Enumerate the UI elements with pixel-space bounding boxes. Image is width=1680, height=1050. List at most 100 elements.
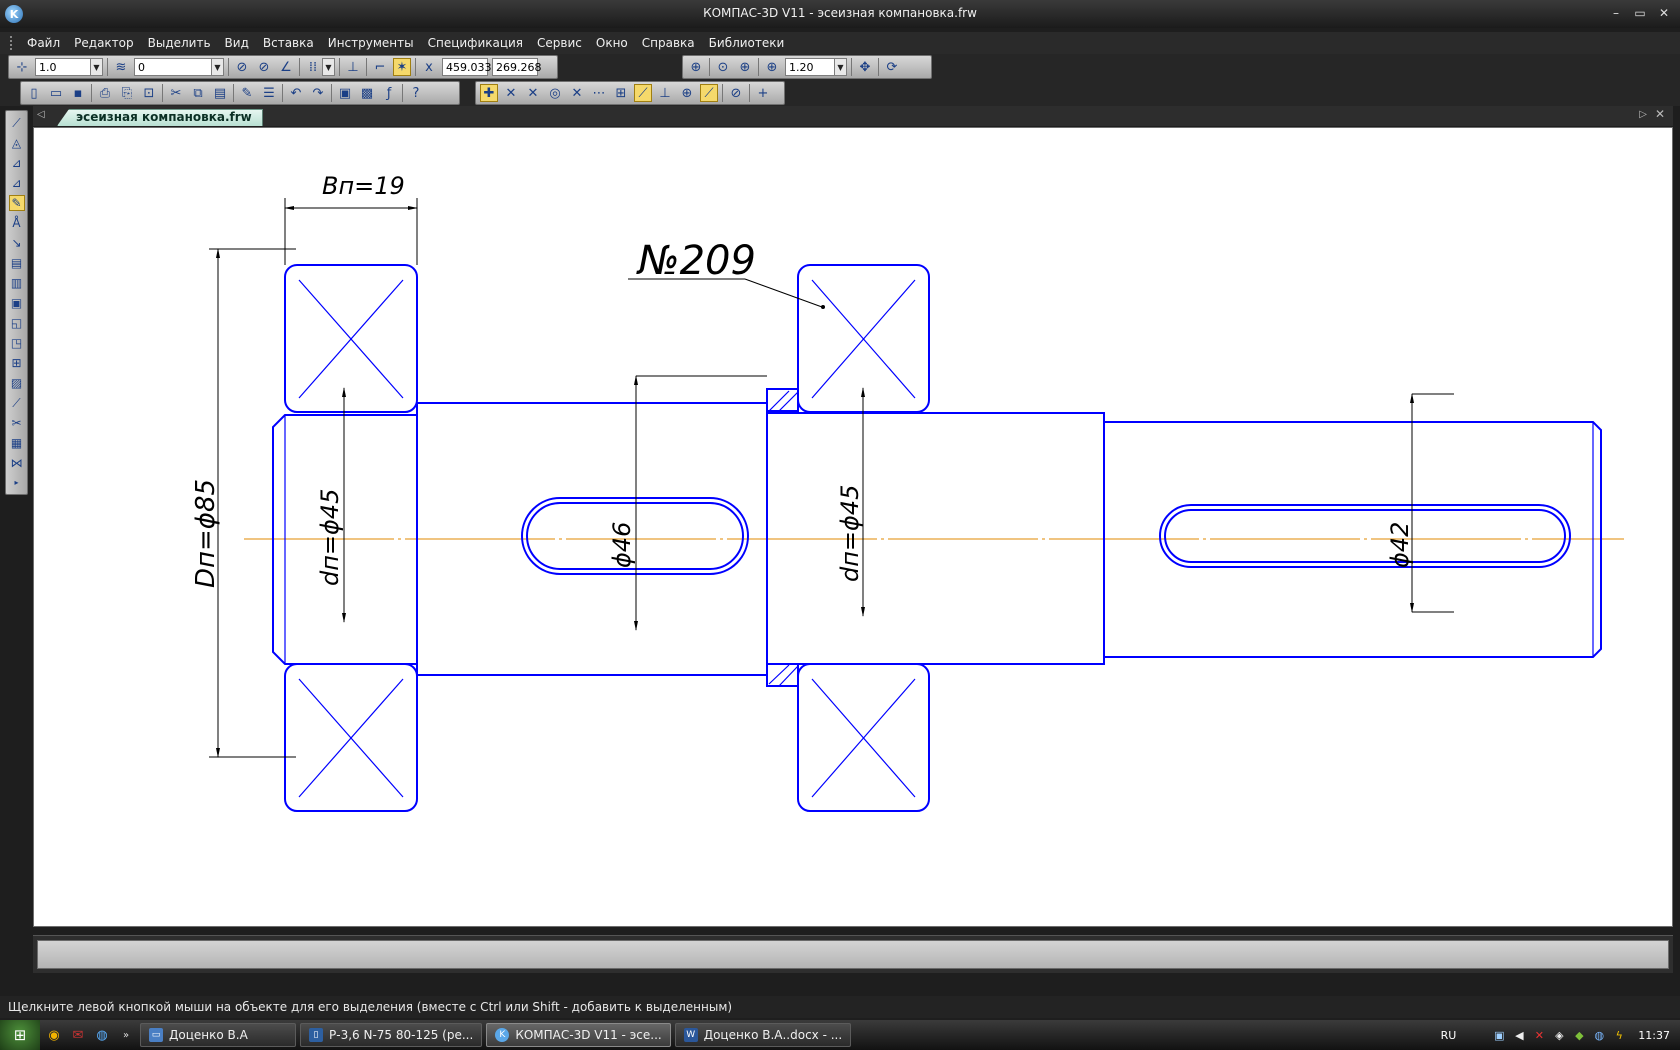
designations-icon[interactable]: ⊿ [9, 155, 25, 171]
grid-dropdown-icon[interactable]: ▼ [322, 58, 335, 76]
snap-grid-icon[interactable]: ⋯ [590, 84, 608, 102]
snap-quadrant-icon[interactable]: ⊞ [612, 84, 630, 102]
save-icon[interactable]: ▪ [69, 84, 87, 102]
redo-icon[interactable]: ↷ [309, 84, 327, 102]
layer-dropdown-icon[interactable]: ▼ [211, 58, 224, 76]
print-icon[interactable]: ⎙ [96, 84, 114, 102]
zoom-dropdown-icon[interactable]: ▼ [834, 58, 847, 76]
snap-settings-icon[interactable]: ⊘ [727, 84, 745, 102]
menu-help[interactable]: Справка [635, 36, 702, 50]
view-icon[interactable]: ◳ [9, 335, 25, 351]
layer-field[interactable]: 0 [134, 58, 212, 76]
drawing-canvas[interactable]: Bп=19 Dп=ϕ85 dп=ϕ45 ϕ46 dп=ϕ45 ϕ42 №209 [33, 127, 1673, 927]
spec-icon[interactable]: ▤ [9, 255, 25, 271]
ortho-mode-icon[interactable]: ⌐ [371, 58, 389, 76]
tray-shield-icon[interactable]: ◈ [1552, 1028, 1566, 1042]
orthogonal-icon[interactable]: ∠ [277, 58, 295, 76]
cut-icon[interactable]: ✂ [167, 84, 185, 102]
quicklaunch-browser-icon[interactable]: ◍ [92, 1025, 112, 1045]
restore-button[interactable]: ▭ [1630, 4, 1650, 22]
snap-more-icon[interactable]: + [754, 84, 772, 102]
fragment-icon[interactable]: ◱ [9, 315, 25, 331]
edit-icon[interactable]: ⊿ [9, 175, 25, 191]
library-icon[interactable]: ▩ [358, 84, 376, 102]
macro-icon[interactable]: ▦ [9, 435, 25, 451]
bearing-inner-dia-left-label[interactable]: dп=ϕ45 [316, 489, 344, 586]
menu-specification[interactable]: Спецификация [421, 36, 530, 50]
zoom-in-icon[interactable]: ⊕ [736, 58, 754, 76]
new-document-icon[interactable]: ▯ [25, 84, 43, 102]
menu-editor[interactable]: Редактор [67, 36, 140, 50]
tab-scroll-left-icon[interactable]: ◁ [37, 109, 45, 120]
step-dropdown-icon[interactable]: ▼ [90, 58, 103, 76]
task-word[interactable]: W Доценко В.А..docx - ... [674, 1023, 852, 1047]
dimensions-icon[interactable]: ◬ [9, 135, 25, 151]
snap-toggle-icon[interactable]: ✶ [393, 58, 411, 76]
menu-grip[interactable] [10, 36, 14, 50]
manager-icon[interactable]: ▣ [336, 84, 354, 102]
left-bearing[interactable] [284, 264, 418, 812]
hatch-icon[interactable]: ▨ [9, 375, 25, 391]
step-field[interactable]: 1.0 [35, 58, 91, 76]
drawing-svg[interactable]: Bп=19 Dп=ϕ85 dп=ϕ45 ϕ46 dп=ϕ45 ϕ42 №209 [34, 128, 1672, 926]
minimize-button[interactable]: – [1606, 4, 1626, 22]
reports-icon[interactable]: ▥ [9, 275, 25, 291]
snap-endpoint-icon[interactable]: ✕ [502, 84, 520, 102]
zoom-scale-icon[interactable]: ⊕ [763, 58, 781, 76]
geometry-icon[interactable]: ⟋ [9, 115, 25, 131]
task-folder[interactable]: ▭ Доценко В.А [140, 1023, 296, 1047]
snap-magnet-icon[interactable]: ⊘ [233, 58, 251, 76]
symmetry-icon[interactable]: ⋈ [9, 455, 25, 471]
pan-icon[interactable]: ✥ [856, 58, 874, 76]
menu-window[interactable]: Окно [589, 36, 635, 50]
menu-file[interactable]: Файл [20, 36, 67, 50]
variables-fx-icon[interactable]: ƒ [380, 84, 398, 102]
insert-icon[interactable]: ▣ [9, 295, 25, 311]
local-snap-icon[interactable]: ⊘ [255, 58, 273, 76]
tab-close-icon[interactable]: ✕ [1655, 107, 1665, 121]
tray-update-icon[interactable]: ◍ [1592, 1028, 1606, 1042]
shaft-dia-middle-label[interactable]: ϕ46 [608, 522, 636, 568]
quicklaunch-more-icon[interactable]: » [116, 1025, 136, 1045]
parametrization-icon[interactable]: ✎ [8, 195, 25, 211]
snap-middle-icon[interactable]: ✕ [524, 84, 542, 102]
menu-insert[interactable]: Вставка [256, 36, 321, 50]
tab-document[interactable]: эсеизная компановка.frw [57, 109, 263, 126]
snap-normal-icon[interactable]: ⊥ [656, 84, 674, 102]
step-cursor-icon[interactable]: ⊹ [13, 58, 31, 76]
coord-x-field[interactable]: 459.033 [442, 58, 492, 76]
task-document[interactable]: ▯ Р-3,6 N-75 80-125 (ре... [300, 1023, 483, 1047]
grid-icon[interactable]: ⁞⁞ [304, 58, 322, 76]
print-preview-icon[interactable]: ⎘ [118, 84, 136, 102]
properties-icon[interactable]: ☰ [260, 84, 278, 102]
close-button[interactable]: ✕ [1654, 4, 1674, 22]
preview-icon[interactable]: ⊡ [140, 84, 158, 102]
tray-power-icon[interactable]: ϟ [1612, 1028, 1626, 1042]
tray-network-icon[interactable]: ▣ [1492, 1028, 1506, 1042]
bearing-inner-dia-right-label[interactable]: dп=ϕ45 [836, 485, 864, 582]
zoom-field[interactable]: 1.20 [785, 58, 835, 76]
axis-line-icon[interactable]: ⟋ [9, 395, 25, 411]
property-panel-body[interactable] [37, 940, 1669, 969]
refresh-icon[interactable]: ⟳ [883, 58, 901, 76]
menu-tools[interactable]: Инструменты [321, 36, 421, 50]
tray-antivirus-icon[interactable]: ✕ [1532, 1028, 1546, 1042]
quicklaunch-aimp-icon[interactable]: ◉ [44, 1025, 64, 1045]
measure-icon[interactable]: Å [9, 215, 25, 231]
snap-tangent-icon[interactable]: ⟋ [700, 84, 718, 102]
copy-icon[interactable]: ⧉ [189, 84, 207, 102]
paste-icon[interactable]: ▤ [211, 84, 229, 102]
clock[interactable]: 11:37 [1638, 1029, 1670, 1042]
snap-center-icon[interactable]: ◎ [546, 84, 564, 102]
select-icon[interactable]: ↘ [9, 235, 25, 251]
menu-view[interactable]: Вид [218, 36, 256, 50]
tray-nvidia-icon[interactable]: ◆ [1572, 1028, 1586, 1042]
zoom-window-icon[interactable]: ⊕ [687, 58, 705, 76]
copy-properties-icon[interactable]: ✎ [238, 84, 256, 102]
coord-y-field[interactable]: 269.268 [492, 58, 542, 76]
tray-volume-icon[interactable]: ◀ [1512, 1028, 1526, 1042]
menu-libraries[interactable]: Библиотеки [702, 36, 792, 50]
tab-scroll-right-icon[interactable]: ▷ [1639, 109, 1647, 120]
local-cs-icon[interactable]: ⊥ [344, 58, 362, 76]
task-kompas[interactable]: K КОМПАС-3D V11 - эсе... [486, 1023, 671, 1047]
